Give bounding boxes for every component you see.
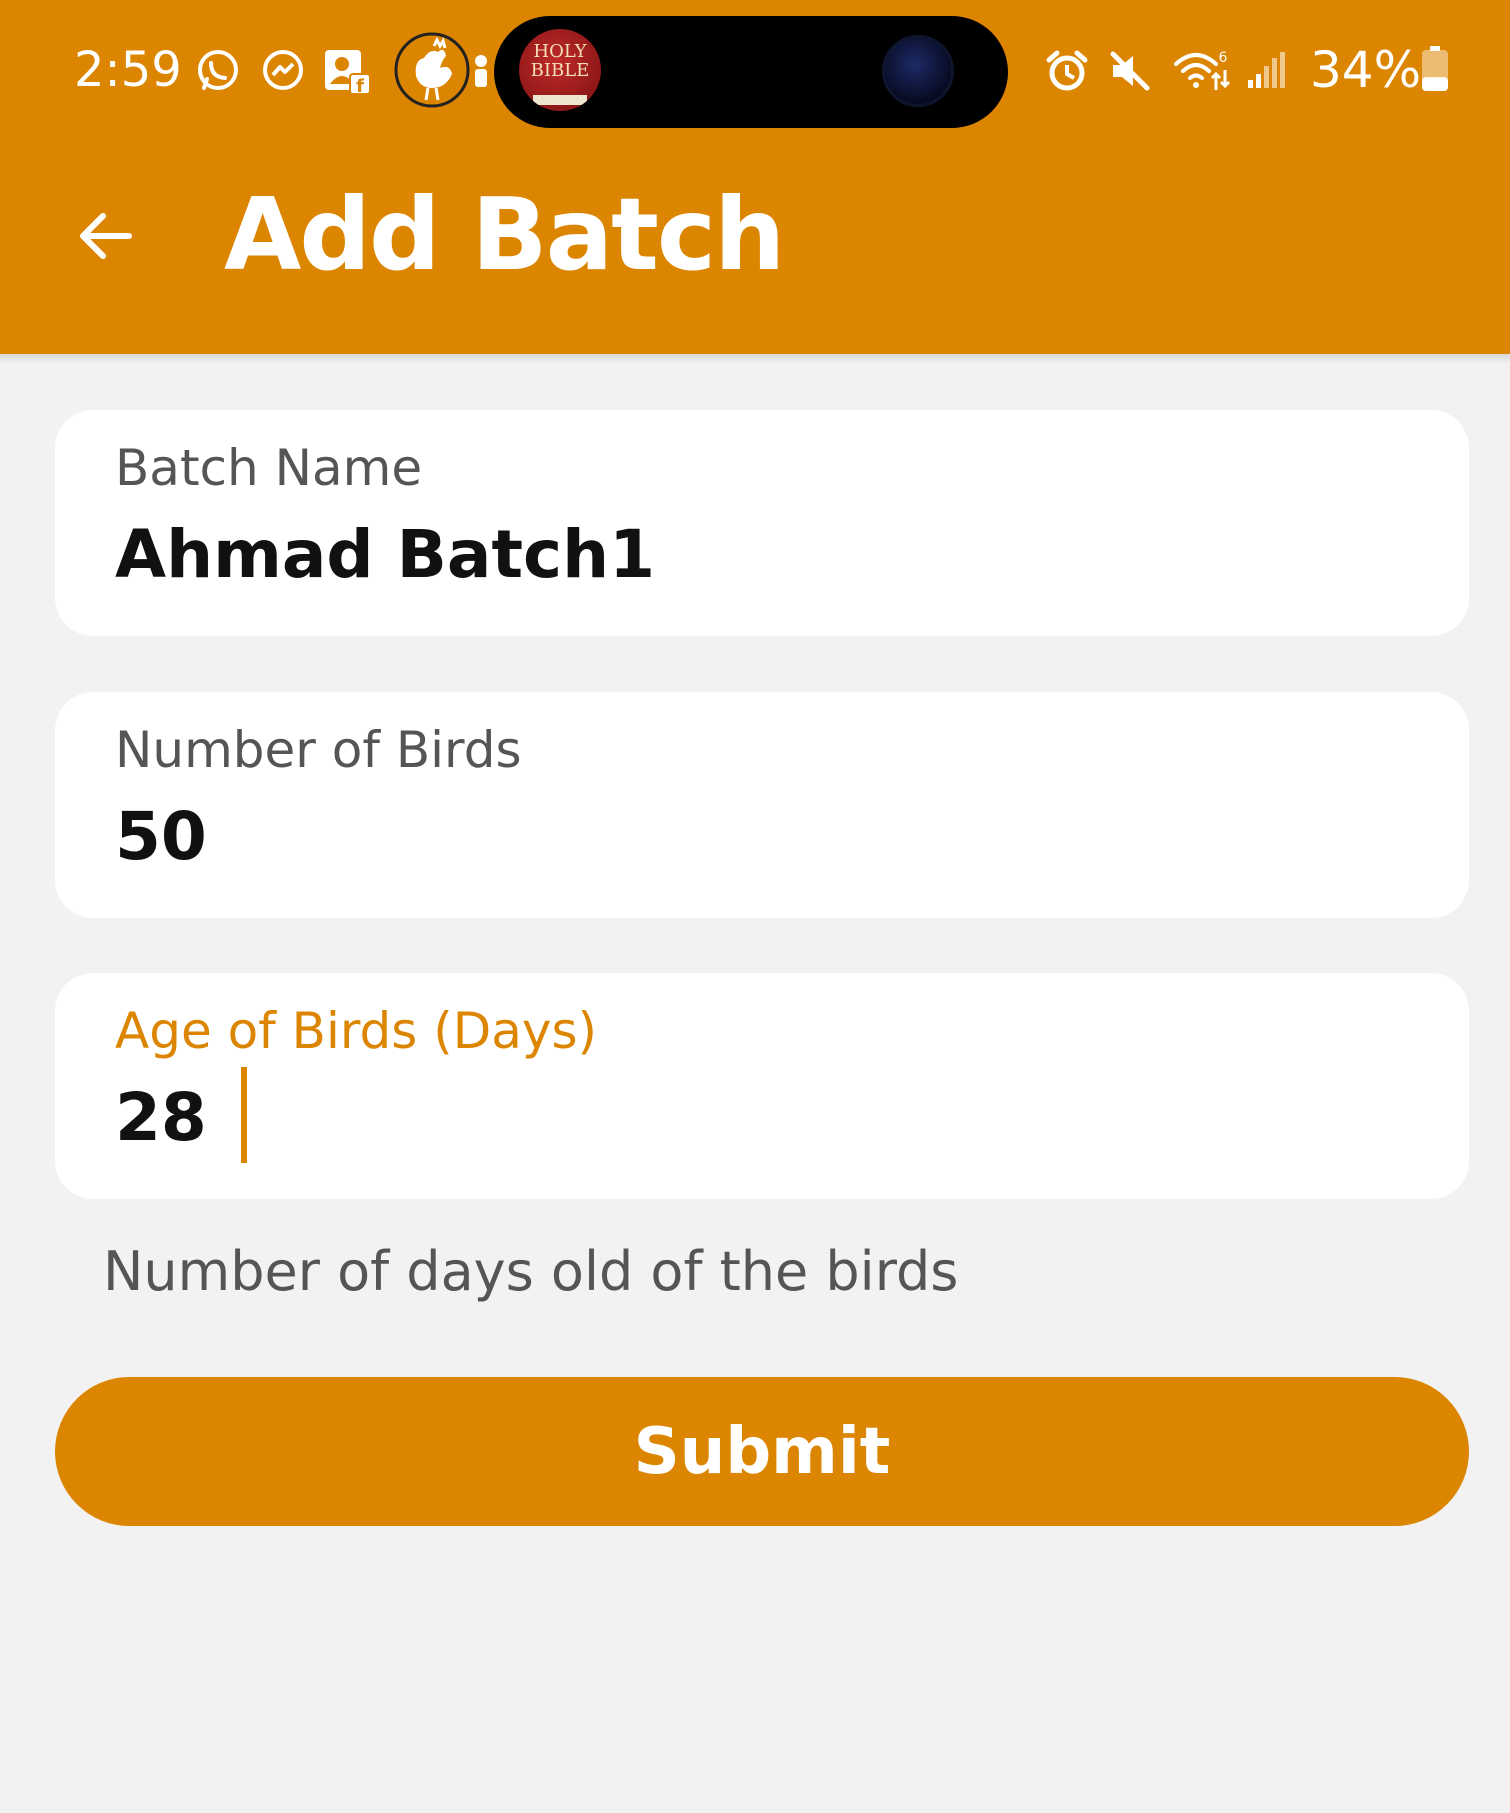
batch-name-field[interactable]: Batch Name bbox=[55, 410, 1469, 636]
submit-button[interactable]: Submit bbox=[55, 1377, 1469, 1526]
battery-fill bbox=[1422, 77, 1448, 91]
text-cursor bbox=[241, 1067, 247, 1163]
rooster-app-icon bbox=[394, 30, 470, 110]
app-header: 2:59 f HOLY BIBLE 6 34% Add Batch bbox=[0, 0, 1510, 354]
front-camera bbox=[882, 35, 954, 107]
number-of-birds-label: Number of Birds bbox=[115, 721, 522, 779]
battery-percent: 34% bbox=[1310, 41, 1422, 99]
bible-label-line2: BIBLE bbox=[530, 60, 590, 81]
batch-name-label: Batch Name bbox=[115, 439, 423, 497]
facebook-contacts-icon: f bbox=[322, 46, 372, 96]
bible-pages bbox=[533, 95, 587, 105]
header-shadow bbox=[0, 354, 1510, 364]
number-of-birds-input[interactable] bbox=[115, 792, 1415, 882]
age-of-birds-field[interactable]: Age of Birds (Days) bbox=[55, 973, 1469, 1199]
bible-label-line1: HOLY bbox=[533, 41, 587, 62]
page-title: Add Batch bbox=[224, 176, 785, 293]
svg-text:f: f bbox=[356, 76, 364, 96]
holy-bible-app-icon[interactable]: HOLY BIBLE bbox=[519, 29, 601, 111]
whatsapp-icon bbox=[193, 46, 243, 96]
status-time: 2:59 bbox=[74, 42, 182, 98]
age-of-birds-input[interactable] bbox=[115, 1073, 1415, 1163]
age-helper-text: Number of days old of the birds bbox=[103, 1240, 959, 1303]
notification-dot-icon bbox=[470, 46, 492, 96]
number-of-birds-field[interactable]: Number of Birds bbox=[55, 692, 1469, 918]
batch-name-input[interactable] bbox=[115, 510, 1415, 600]
signal-icon bbox=[1240, 46, 1290, 96]
svg-text:6: 6 bbox=[1219, 50, 1228, 66]
mute-icon bbox=[1105, 46, 1155, 96]
arrow-left-icon bbox=[80, 213, 132, 259]
battery-icon bbox=[1421, 46, 1449, 92]
wifi-icon: 6 bbox=[1172, 46, 1230, 96]
age-of-birds-label: Age of Birds (Days) bbox=[115, 1002, 598, 1060]
alarm-icon bbox=[1042, 46, 1092, 96]
messenger-icon bbox=[258, 46, 308, 96]
back-button[interactable] bbox=[62, 196, 148, 276]
